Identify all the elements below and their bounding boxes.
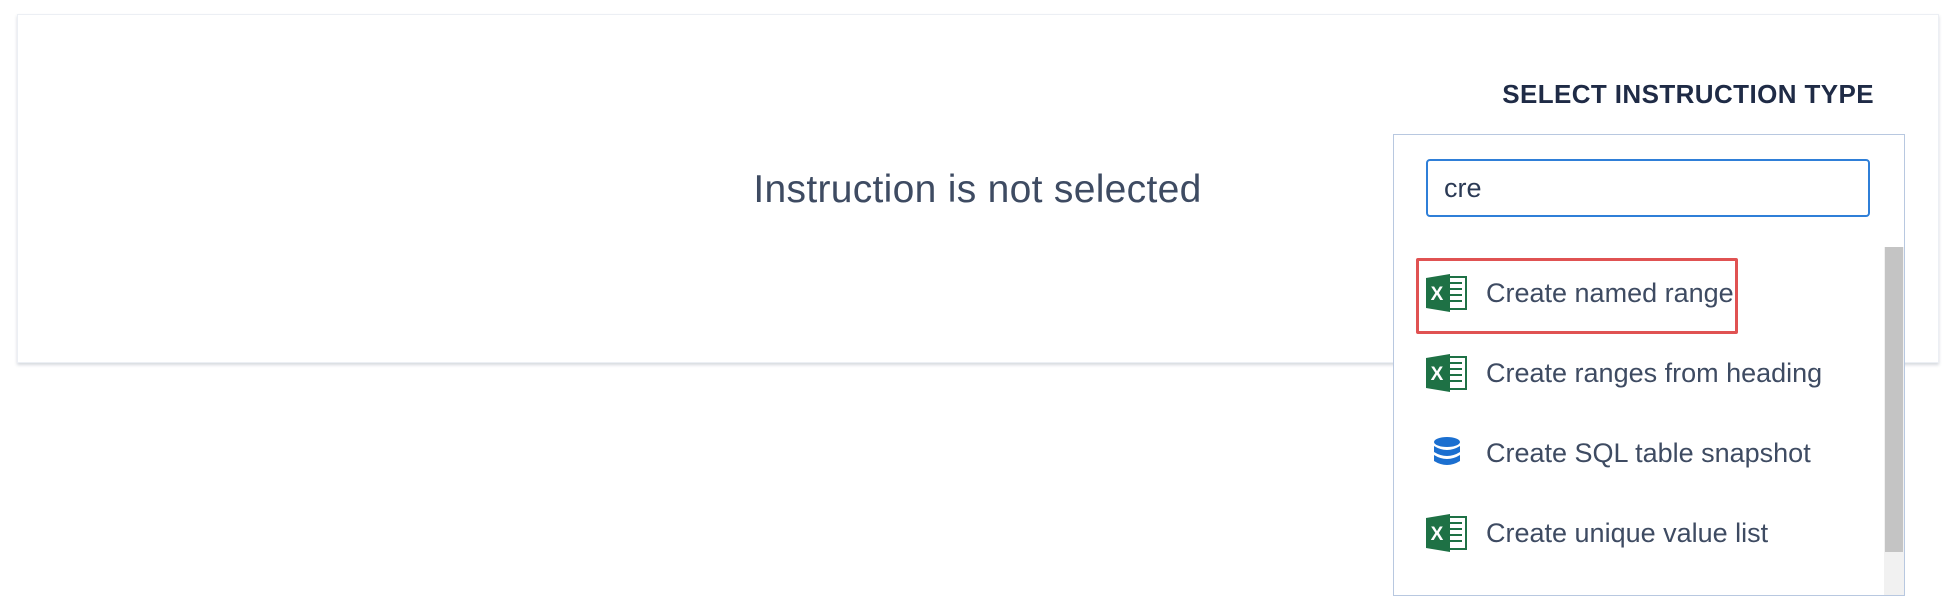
option-label: Create unique value list [1486,517,1769,548]
option-partially-visible[interactable] [1394,573,1884,595]
option-create-named-range[interactable]: X Create named range [1394,253,1884,334]
scrollbar-thumb[interactable] [1885,247,1903,552]
svg-text:X: X [1431,284,1444,305]
instruction-search-input[interactable] [1426,159,1870,217]
option-label: Create ranges from heading [1486,357,1823,388]
instruction-options-list: X Create named range X Create ranges fro… [1394,253,1884,595]
instruction-type-dropdown: X Create named range X Create ranges fro… [1393,134,1905,596]
option-label: Create named range [1486,277,1734,308]
option-create-unique-value-list[interactable]: X Create unique value list [1394,493,1884,573]
option-label: Create SQL table snapshot [1486,437,1811,468]
database-icon [1434,437,1460,465]
select-instruction-type-title[interactable]: SELECT INSTRUCTION TYPE [1502,79,1874,110]
option-create-ranges-from-heading[interactable]: X Create ranges from heading [1394,333,1884,413]
excel-icon: X [1426,514,1467,552]
svg-text:X: X [1431,524,1444,545]
option-create-sql-table-snapshot[interactable]: Create SQL table snapshot [1394,413,1884,493]
svg-text:X: X [1431,364,1444,385]
excel-icon: X [1426,274,1467,312]
excel-icon: X [1426,354,1467,392]
